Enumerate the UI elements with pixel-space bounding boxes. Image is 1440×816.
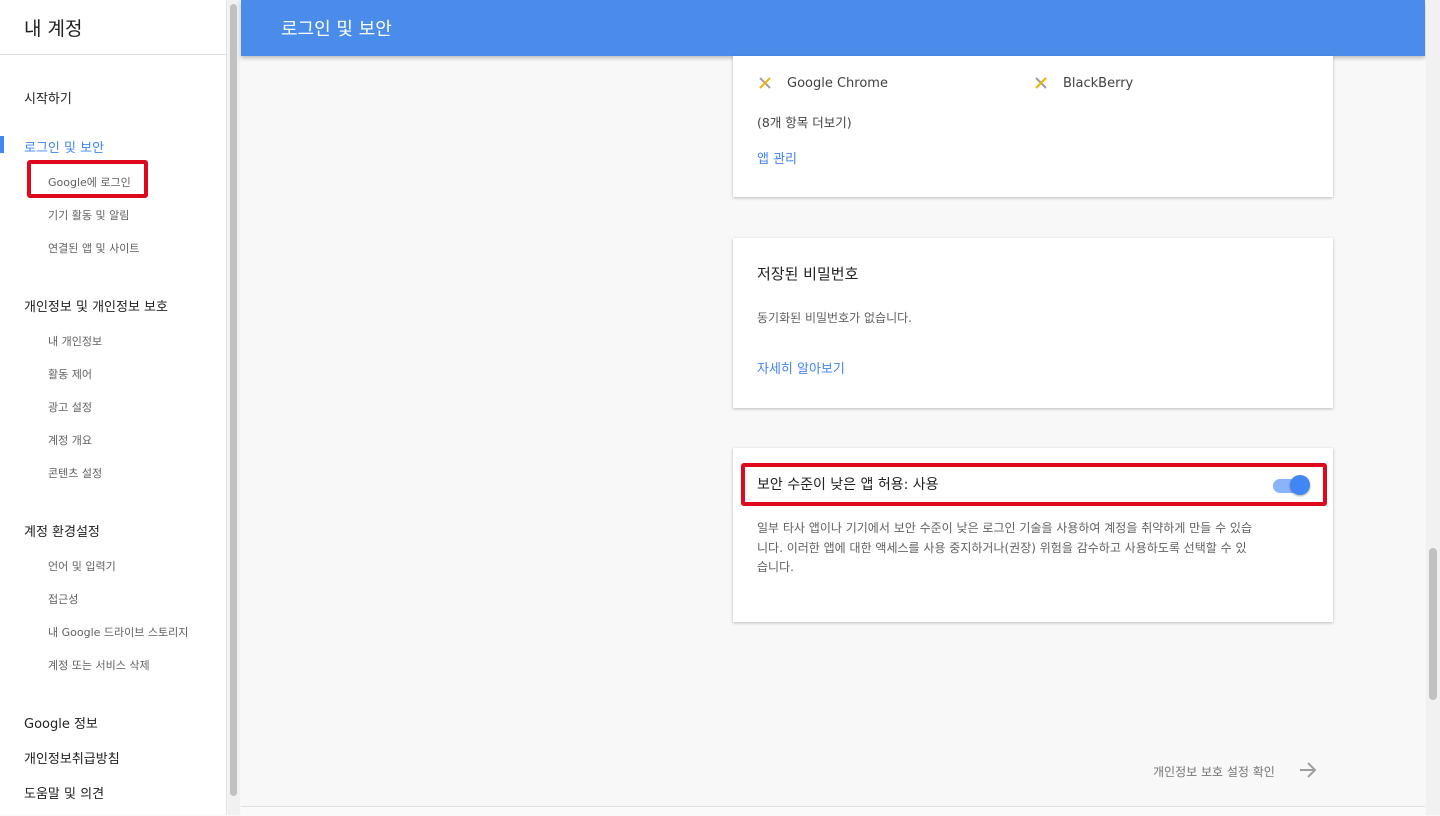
key-icon xyxy=(1033,75,1049,91)
sidebar-item-delete-account[interactable]: 계정 또는 서비스 삭제 xyxy=(48,657,150,673)
sidebar-item-personal-info[interactable]: 내 개인정보 xyxy=(48,333,102,349)
sidebar-scrollbar-thumb[interactable] xyxy=(230,4,237,796)
page-title: 로그인 및 보안 xyxy=(281,19,392,40)
saved-passwords-card: 저장된 비밀번호 동기화된 비밀번호가 없습니다. 자세히 알아보기 xyxy=(733,238,1333,408)
active-indicator xyxy=(0,136,4,153)
sidebar: 내 계정 시작하기 로그인 및 보안 Google에 로그인 기기 활동 및 알… xyxy=(0,0,227,815)
less-secure-apps-description: 일부 타사 앱이나 기기에서 보안 수준이 낮은 로그인 기술을 사용하여 계정… xyxy=(757,521,1253,574)
app-item: BlackBerry xyxy=(1033,75,1133,91)
sidebar-link-help-feedback[interactable]: 도움말 및 의견 xyxy=(24,783,104,802)
card-title: 저장된 비밀번호 xyxy=(757,265,859,283)
passwords-status: 동기화된 비밀번호가 없습니다. xyxy=(757,311,912,325)
sidebar-section-privacy[interactable]: 개인정보 및 개인정보 보호 xyxy=(24,296,168,315)
sidebar-item-content-settings[interactable]: 콘텐츠 설정 xyxy=(48,465,102,481)
manage-apps-link[interactable]: 앱 관리 xyxy=(757,148,797,167)
sidebar-item-accessibility[interactable]: 접근성 xyxy=(48,591,78,607)
sidebar-title: 내 계정 xyxy=(0,0,226,55)
sidebar-item-connected-apps[interactable]: 연결된 앱 및 사이트 xyxy=(48,240,139,256)
sidebar-item-drive-storage[interactable]: 내 Google 드라이브 스토리지 xyxy=(48,624,188,640)
next-link-label: 개인정보 보호 설정 확인 xyxy=(1153,765,1275,779)
apps-card: Google Chrome BlackBerry (8개 항목 더보기) 앱 관… xyxy=(733,56,1333,197)
main-scrollbar-thumb[interactable] xyxy=(1429,548,1437,700)
toggle-knob[interactable] xyxy=(1290,475,1310,495)
app-item: Google Chrome xyxy=(757,75,888,91)
sidebar-item-language[interactable]: 언어 및 입력기 xyxy=(48,558,116,574)
sidebar-link-about-google[interactable]: Google 정보 xyxy=(24,713,98,732)
learn-more-link[interactable]: 자세히 알아보기 xyxy=(757,358,845,377)
sidebar-item-device-activity[interactable]: 기기 활동 및 알림 xyxy=(48,207,129,223)
more-apps-link[interactable]: (8개 항목 더보기) xyxy=(757,112,852,131)
highlight-box-less-secure xyxy=(741,463,1327,506)
key-icon xyxy=(757,75,773,91)
sidebar-item-ad-settings[interactable]: 광고 설정 xyxy=(48,399,92,415)
sidebar-section-security[interactable]: 로그인 및 보안 xyxy=(24,137,104,156)
app-name: BlackBerry xyxy=(1063,75,1134,91)
page-header: 로그인 및 보안 xyxy=(241,0,1425,56)
arrow-right-icon xyxy=(1299,762,1317,781)
next-privacy-checkup-link[interactable]: 개인정보 보호 설정 확인 xyxy=(1153,762,1317,781)
app-name: Google Chrome xyxy=(787,75,888,91)
sidebar-section-preferences[interactable]: 계정 환경설정 xyxy=(24,521,100,540)
sidebar-section-getting-started[interactable]: 시작하기 xyxy=(24,88,72,107)
sidebar-item-account-overview[interactable]: 계정 개요 xyxy=(48,432,92,448)
sidebar-link-privacy-policy[interactable]: 개인정보취급방침 xyxy=(24,748,120,767)
highlight-box-signin xyxy=(27,160,148,198)
sidebar-item-activity-controls[interactable]: 활동 제어 xyxy=(48,366,92,382)
